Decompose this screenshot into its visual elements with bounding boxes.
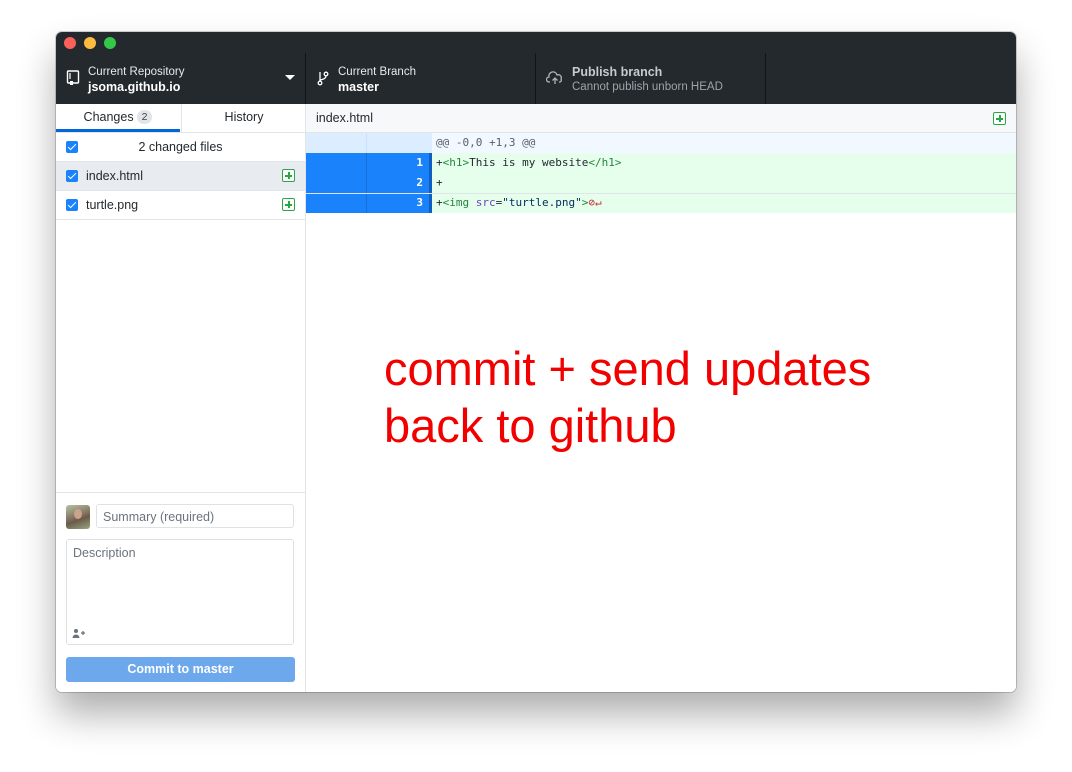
- line-code: +<h1>This is my website</h1>: [436, 153, 621, 173]
- description-placeholder: Description: [73, 546, 136, 560]
- line-code: +<img src="turtle.png">⊘↵: [436, 193, 602, 213]
- diff-line[interactable]: 2 +: [306, 173, 1016, 193]
- publish-branch-label: Publish branch: [572, 65, 663, 79]
- diff-line[interactable]: 1 +<h1>This is my website</h1>: [306, 153, 1016, 173]
- sidebar: Changes 2 History 2 changed files index.h…: [56, 104, 306, 692]
- line-number: 3: [366, 193, 429, 213]
- line-marker: +: [436, 156, 443, 169]
- old-line-gutter: [306, 193, 366, 213]
- publish-branch-status: Cannot publish unborn HEAD: [572, 81, 723, 93]
- tab-changes[interactable]: Changes 2: [56, 104, 180, 132]
- chevron-down-icon: [285, 75, 295, 80]
- changes-count-badge: 2: [136, 110, 153, 124]
- old-line-gutter: [306, 153, 366, 173]
- close-window-button[interactable]: [64, 37, 76, 49]
- line-code: +: [436, 173, 443, 193]
- commit-button[interactable]: Commit to master: [66, 657, 295, 682]
- diff-view: @@ -0,0 +1,3 @@ 1 +<h1>This is my websit…: [306, 133, 1016, 213]
- tab-history-label: History: [224, 110, 264, 124]
- diff-hunk-header: @@ -0,0 +1,3 @@: [306, 133, 1016, 153]
- file-checkbox[interactable]: [66, 170, 78, 182]
- annotation-line-1: commit + send updates: [384, 342, 872, 395]
- zoom-window-button[interactable]: [104, 37, 116, 49]
- add-coauthor-icon[interactable]: [72, 628, 86, 638]
- code-attr: src: [475, 196, 496, 209]
- line-marker: +: [436, 196, 443, 209]
- sidebar-tabs: Changes 2 History: [56, 104, 305, 133]
- file-checkbox[interactable]: [66, 199, 78, 211]
- current-branch-button[interactable]: Current Branch master: [306, 53, 536, 104]
- gutter-separator: [429, 153, 432, 173]
- diff-line[interactable]: 3 +<img src="turtle.png">⊘↵: [306, 193, 1016, 213]
- diff-divider: [306, 193, 1016, 194]
- code-text: This is my website: [469, 156, 589, 169]
- old-line-gutter: [306, 173, 366, 193]
- title-bar: [56, 32, 1016, 53]
- changed-files-title: 2 changed files: [138, 140, 223, 154]
- commit-description-input[interactable]: Description: [66, 539, 294, 645]
- current-repository-button[interactable]: Current Repository jsoma.github.io: [56, 53, 306, 104]
- line-number: 2: [366, 173, 429, 193]
- new-line-gutter: [366, 133, 429, 153]
- file-added-icon: [282, 198, 295, 211]
- commit-button-prefix: Commit to: [127, 662, 193, 676]
- gutter-separator: [429, 173, 432, 193]
- gutter-separator: [429, 193, 432, 213]
- commit-panel: Summary (required) Description Commit to…: [56, 492, 305, 692]
- branch-icon: [317, 71, 329, 86]
- code-tag: <img: [442, 196, 476, 209]
- toolbar: Current Repository jsoma.github.io Curre…: [56, 53, 1016, 104]
- cloud-upload-icon: [546, 71, 562, 84]
- code-tag: <h1>: [442, 156, 470, 169]
- diff-header: index.html: [306, 104, 1016, 133]
- current-repository-label: Current Repository: [88, 66, 185, 78]
- file-list-item[interactable]: turtle.png: [56, 191, 305, 220]
- commit-button-branch: master: [192, 662, 234, 676]
- tab-history[interactable]: History: [181, 104, 306, 132]
- current-branch-label: Current Branch: [338, 66, 416, 78]
- tab-changes-label: Changes: [83, 110, 134, 124]
- changed-files-header: 2 changed files: [56, 133, 305, 162]
- line-number: 1: [366, 153, 429, 173]
- file-added-icon: [993, 112, 1006, 125]
- code-tag: </h1>: [588, 156, 622, 169]
- file-added-icon: [282, 169, 295, 182]
- file-list-item[interactable]: index.html: [56, 162, 305, 191]
- code-string: "turtle.png": [502, 196, 582, 209]
- file-name: index.html: [86, 169, 143, 183]
- repo-icon: [66, 70, 80, 85]
- publish-branch-button[interactable]: Publish branch Cannot publish unborn HEA…: [536, 53, 766, 104]
- old-line-gutter: [306, 133, 366, 153]
- current-repository-name: jsoma.github.io: [88, 80, 181, 94]
- annotation-line-2: back to github: [384, 399, 677, 452]
- no-newline-icon: ⊘↵: [588, 196, 602, 209]
- commit-summary-input[interactable]: Summary (required): [96, 504, 294, 528]
- diff-file-name: index.html: [316, 111, 373, 125]
- minimize-window-button[interactable]: [84, 37, 96, 49]
- hunk-text: @@ -0,0 +1,3 @@: [436, 136, 536, 149]
- annotation-text: commit + send updates back to github: [384, 340, 1004, 454]
- gutter-separator: [429, 133, 432, 153]
- avatar: [66, 505, 90, 529]
- file-name: turtle.png: [86, 198, 139, 212]
- current-branch-name: master: [338, 80, 379, 94]
- line-marker: +: [436, 176, 443, 189]
